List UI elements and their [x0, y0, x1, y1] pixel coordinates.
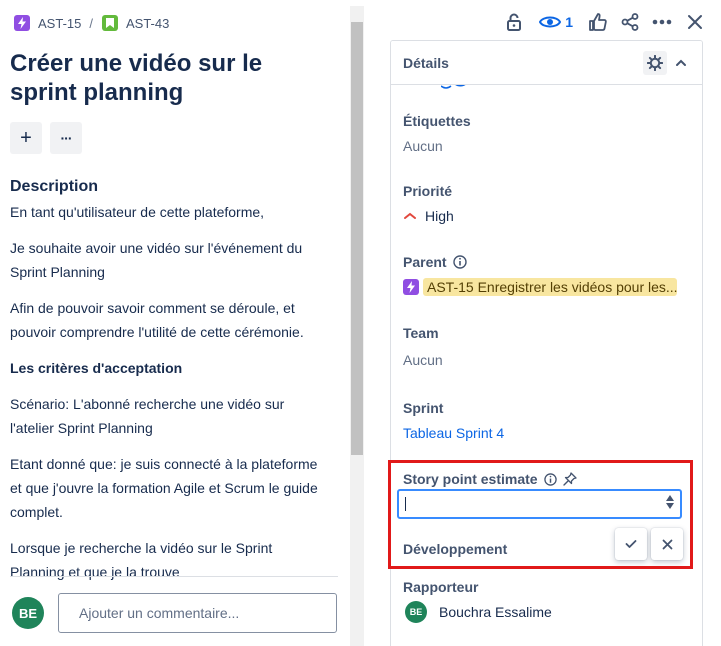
eye-icon: [539, 16, 562, 28]
reporter-value[interactable]: BE Bouchra Essalime: [405, 601, 552, 623]
avatar: BE: [405, 601, 427, 623]
priority-text: High: [425, 208, 454, 224]
breadcrumb-parent-key: AST-15: [38, 15, 82, 31]
configure-button[interactable]: [643, 51, 667, 75]
watch-count: 1: [565, 14, 573, 30]
lock-button[interactable]: [501, 10, 527, 34]
description-heading: Description: [10, 178, 99, 195]
comment-input[interactable]: Ajouter un commentaire...: [58, 593, 337, 633]
team-value[interactable]: Aucun: [403, 352, 443, 368]
issue-actions: 1: [501, 10, 705, 34]
annotation-highlight-box: [388, 460, 693, 569]
like-button[interactable]: [587, 10, 609, 34]
lock-icon: [507, 13, 522, 31]
breadcrumb-separator: /: [89, 15, 93, 31]
more-icon: [652, 19, 672, 25]
parent-lozenge: AST-15 Enregistrer les vidéos pour les..…: [423, 278, 677, 296]
parent-label: Parent: [403, 254, 447, 270]
reporter-label: Rapporteur: [403, 579, 479, 595]
issue-title[interactable]: Créer une vidéo sur le sprint planning: [10, 49, 330, 107]
watch-button[interactable]: 1: [539, 10, 573, 34]
avatar: BE: [12, 597, 44, 629]
epic-icon: [14, 15, 30, 31]
breadcrumb-parent-link[interactable]: AST-15: [14, 15, 81, 31]
description-body[interactable]: En tant qu'utilisateur de cette platefor…: [10, 200, 330, 596]
priority-value[interactable]: High: [403, 208, 454, 224]
description-paragraph: Etant donné que: je suis connecté à la p…: [10, 456, 318, 520]
description-paragraph: En tant qu'utilisateur de cette platefor…: [10, 204, 265, 220]
breadcrumb: AST-15 / AST-43: [14, 13, 169, 33]
thumbs-up-icon: [589, 13, 607, 31]
sprint-label: Sprint: [403, 400, 444, 416]
share-icon: [621, 13, 639, 31]
scrollbar-thumb[interactable]: [351, 22, 363, 455]
more-actions-button[interactable]: ···: [50, 122, 82, 154]
comment-divider: [10, 576, 338, 577]
description-paragraph: Je souhaite avoir une vidéo sur l'événem…: [10, 240, 303, 280]
close-icon: [688, 15, 702, 29]
details-header[interactable]: Détails: [391, 41, 702, 85]
gear-icon: [647, 55, 663, 71]
close-button[interactable]: [685, 10, 705, 34]
description-paragraph: Scénario: L'abonné recherche une vidéo s…: [10, 396, 285, 436]
reporter-name: Bouchra Essalime: [439, 604, 552, 620]
chevron-up-icon: [676, 59, 686, 66]
info-icon: [452, 255, 467, 269]
breadcrumb-issue-link[interactable]: AST-43: [101, 15, 170, 31]
epic-icon: [403, 279, 419, 295]
sprint-link[interactable]: Tableau Sprint 4: [403, 425, 504, 441]
add-button[interactable]: +: [10, 122, 42, 154]
priority-high-icon: [404, 212, 416, 219]
parent-value[interactable]: AST-15 Enregistrer les vidéos pour les..…: [403, 278, 677, 296]
story-icon: [101, 15, 118, 31]
details-title: Détails: [403, 55, 449, 71]
parent-label-row: Parent: [403, 254, 467, 270]
priority-label: Priorité: [403, 183, 453, 199]
description-paragraph: Afin de pouvoir savoir comment se déroul…: [10, 300, 304, 340]
breadcrumb-issue-key: AST-43: [125, 15, 170, 31]
share-button[interactable]: [619, 10, 641, 34]
acceptance-criteria-heading: Les critères d'acceptation: [10, 360, 183, 376]
issue-main-pane: AST-15 / AST-43 Créer une vidéo sur le s…: [0, 0, 348, 646]
team-label: Team: [403, 325, 439, 341]
more-button[interactable]: [651, 10, 673, 34]
labels-value[interactable]: Aucun: [403, 138, 443, 154]
collapse-button[interactable]: [671, 51, 691, 75]
labels-label: Étiquettes: [403, 113, 471, 129]
